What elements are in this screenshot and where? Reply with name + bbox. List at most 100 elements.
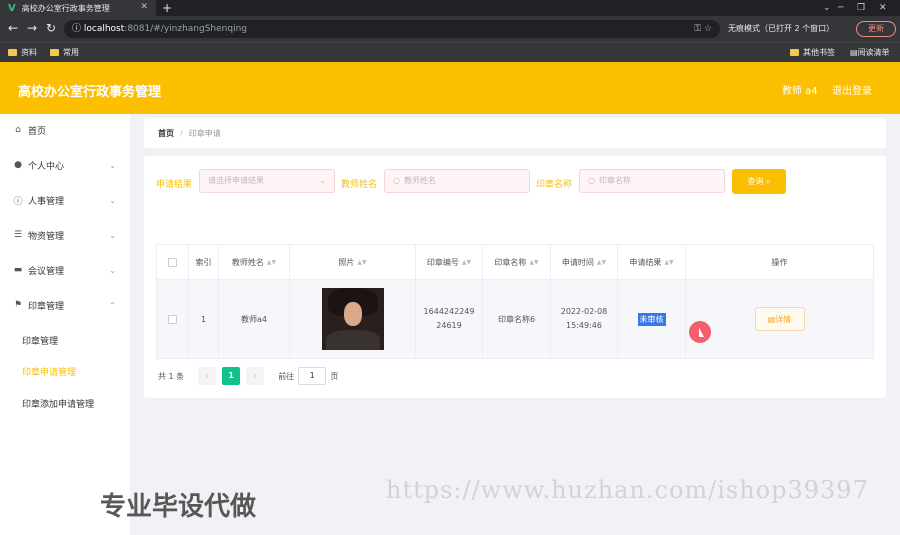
sidebar-item-seals[interactable]: ⚑ 印章管理 ⌃	[0, 295, 130, 315]
sidebar-subitem-seal-manage[interactable]: 印章管理	[22, 334, 58, 347]
row-seal-name: 印章名称6	[483, 280, 551, 358]
reading-list[interactable]: ▤ 阅读清单	[850, 47, 890, 58]
minimize-icon[interactable]: ─	[838, 0, 843, 16]
folder-icon	[8, 49, 17, 56]
new-tab-icon[interactable]: +	[162, 0, 172, 16]
address-row: ← → ↻ ⓘ localhost:8081/#/yinzhangShenqin…	[0, 16, 900, 42]
bookmark-folder-1[interactable]: 资料	[8, 47, 37, 58]
row-result: 未审核	[618, 280, 686, 358]
sidebar-item-home[interactable]: ⌂ 首页	[0, 120, 130, 140]
goto-page-input[interactable]: 1	[298, 367, 327, 385]
update-button[interactable]: 更新	[856, 21, 896, 37]
folder-icon	[50, 49, 59, 56]
page-number-1[interactable]: 1	[222, 367, 241, 385]
photo-face	[343, 302, 362, 326]
status-badge: 未审核	[637, 312, 666, 326]
teacher-photo[interactable]	[321, 288, 384, 350]
restore-icon[interactable]: ❐	[857, 0, 865, 16]
row-seal-no: 1644242249 24619	[416, 280, 483, 358]
breadcrumb-separator: /	[180, 128, 183, 138]
incognito-indicator[interactable]: 无痕模式（已打开 2 个窗口）	[728, 23, 834, 34]
seal-filter-label: 印章名称	[536, 180, 573, 190]
result-filter-label: 申请结果	[156, 180, 193, 190]
header-apply-time[interactable]: 申请时间 ▲▼	[551, 245, 618, 279]
reload-icon[interactable]: ↻	[46, 21, 56, 35]
list-icon: ☰	[13, 230, 23, 240]
chevron-down-icon: ⌄	[109, 265, 116, 275]
header-index: 索引	[189, 245, 219, 279]
tab-close-icon[interactable]: ✕	[140, 2, 148, 12]
sort-icon: ▲▼	[664, 258, 674, 266]
row-actions: ▤ 详情	[686, 280, 873, 358]
sort-icon: ▲▼	[596, 258, 607, 266]
breadcrumb-home[interactable]: 首页	[158, 128, 174, 139]
seal-name-input[interactable]: ○ 印章名称	[579, 169, 725, 193]
bookmark-folder-2[interactable]: 常用	[50, 47, 79, 58]
tab-search-icon[interactable]: ⌄	[823, 0, 831, 16]
detail-button[interactable]: ▤ 详情	[754, 307, 805, 331]
mouse-pointer-icon	[699, 328, 704, 337]
sidebar-item-meetings[interactable]: ▬ 会议管理 ⌄	[0, 260, 130, 280]
teacher-filter-label: 教师姓名	[341, 180, 378, 190]
photo-body	[325, 330, 380, 350]
teacher-input[interactable]: ○ 教师姓名	[384, 169, 530, 193]
url-path: :8081/#/yinzhangShenqing	[124, 24, 248, 34]
header-seal-no[interactable]: 印章编号 ▲▼	[416, 245, 483, 279]
content-card: 申请结果 请选择申请结果 ⌄ 教师姓名 ○ 教师姓名 印章名称 ○ 印章名称 查询 …	[144, 156, 886, 398]
other-bookmarks[interactable]: 其他书签	[790, 47, 835, 58]
document-icon: ▤	[767, 314, 776, 324]
browser-tab[interactable]: V 高校办公室行政事务管理 ✕	[0, 0, 156, 16]
browser-tabbar: V 高校办公室行政事务管理 ✕ + ⌄ ─ ❐ ✕	[0, 0, 900, 16]
info-icon: ⓘ	[72, 24, 84, 34]
row-checkbox[interactable]	[168, 314, 177, 324]
row-photo-cell	[290, 280, 416, 358]
home-icon: ⌂	[15, 125, 21, 135]
header-seal-name[interactable]: 印章名称 ▲▼	[483, 245, 551, 279]
tab-title: 高校办公室行政事务管理	[21, 3, 110, 13]
address-bar[interactable]: ⓘ localhost:8081/#/yinzhangShenqing ⚿ ☆	[64, 20, 720, 38]
select-all-checkbox[interactable]	[168, 257, 177, 267]
url-host: localhost	[83, 24, 125, 34]
sidebar-subitem-seal-apply[interactable]: 印章申请管理	[22, 365, 76, 378]
folder-icon	[790, 49, 799, 56]
sidebar: ⌂ 首页 ● 个人中心 ⌄ ⓘ 人事管理 ⌄ ☰ 物资管理 ⌄ ▬ 会议管理 ⌄…	[0, 114, 130, 535]
row-apply-time: 2022-02-08 15:49:46	[551, 280, 618, 358]
table-header: 索引 教师姓名 ▲▼ 照片 ▲▼ 印章编号 ▲▼ 印章名称 ▲▼ 申请时间 ▲▼ 申请结果…	[156, 244, 874, 280]
prev-page-button[interactable]: ‹	[198, 367, 217, 385]
logout-link[interactable]: 退出登录	[832, 82, 872, 97]
header-photo[interactable]: 照片 ▲▼	[290, 245, 416, 279]
sidebar-item-personal[interactable]: ● 个人中心 ⌄	[0, 155, 130, 175]
query-button[interactable]: 查询 ⌕	[732, 169, 786, 194]
next-page-button[interactable]: ›	[246, 367, 265, 385]
table-row[interactable]: 1 教师a4 1644242249 24619 印章名称6 2022-02-08…	[156, 280, 874, 359]
header-teacher[interactable]: 教师姓名 ▲▼	[219, 245, 290, 279]
row-select-cell	[157, 280, 189, 358]
sort-icon: ▲▼	[357, 258, 367, 266]
header-result[interactable]: 申请结果 ▲▼	[618, 245, 686, 279]
result-select[interactable]: 请选择申请结果 ⌄	[199, 169, 335, 193]
forward-icon[interactable]: →	[27, 21, 37, 35]
chevron-up-icon: ⌃	[109, 300, 116, 310]
sort-icon: ▲▼	[529, 258, 539, 266]
breadcrumb-current: 印章申请	[188, 128, 221, 138]
watermark-url: https://www.huzhan.com/ishop39397	[386, 476, 869, 504]
bookmarks-bar: 资料 常用 其他书签 ▤ 阅读清单	[0, 42, 900, 62]
vue-logo-icon: V	[8, 2, 16, 14]
watermark-left: 专业毕设代做	[100, 492, 257, 522]
chevron-down-icon: ⌄	[109, 230, 116, 240]
bookmark-star-icon[interactable]: ⚿ ☆	[694, 20, 712, 38]
window-close-icon[interactable]: ✕	[879, 0, 887, 16]
chevron-down-icon: ⌄	[109, 160, 116, 170]
sidebar-subitem-seal-add-apply[interactable]: 印章添加申请管理	[22, 397, 94, 410]
pagination-total: 共 1 条	[158, 371, 185, 381]
goto-label: 前往	[278, 371, 295, 381]
row-teacher: 教师a4	[219, 280, 290, 358]
user-icon: ●	[14, 160, 22, 170]
sidebar-item-personnel[interactable]: ⓘ 人事管理 ⌄	[0, 190, 130, 210]
search-icon: ○	[393, 176, 400, 185]
sort-icon: ▲▼	[266, 258, 277, 266]
back-icon[interactable]: ←	[8, 21, 18, 35]
current-user: 教师 a4	[782, 86, 818, 97]
sidebar-item-materials[interactable]: ☰ 物资管理 ⌄	[0, 225, 130, 245]
monitor-icon: ▬	[13, 265, 23, 275]
